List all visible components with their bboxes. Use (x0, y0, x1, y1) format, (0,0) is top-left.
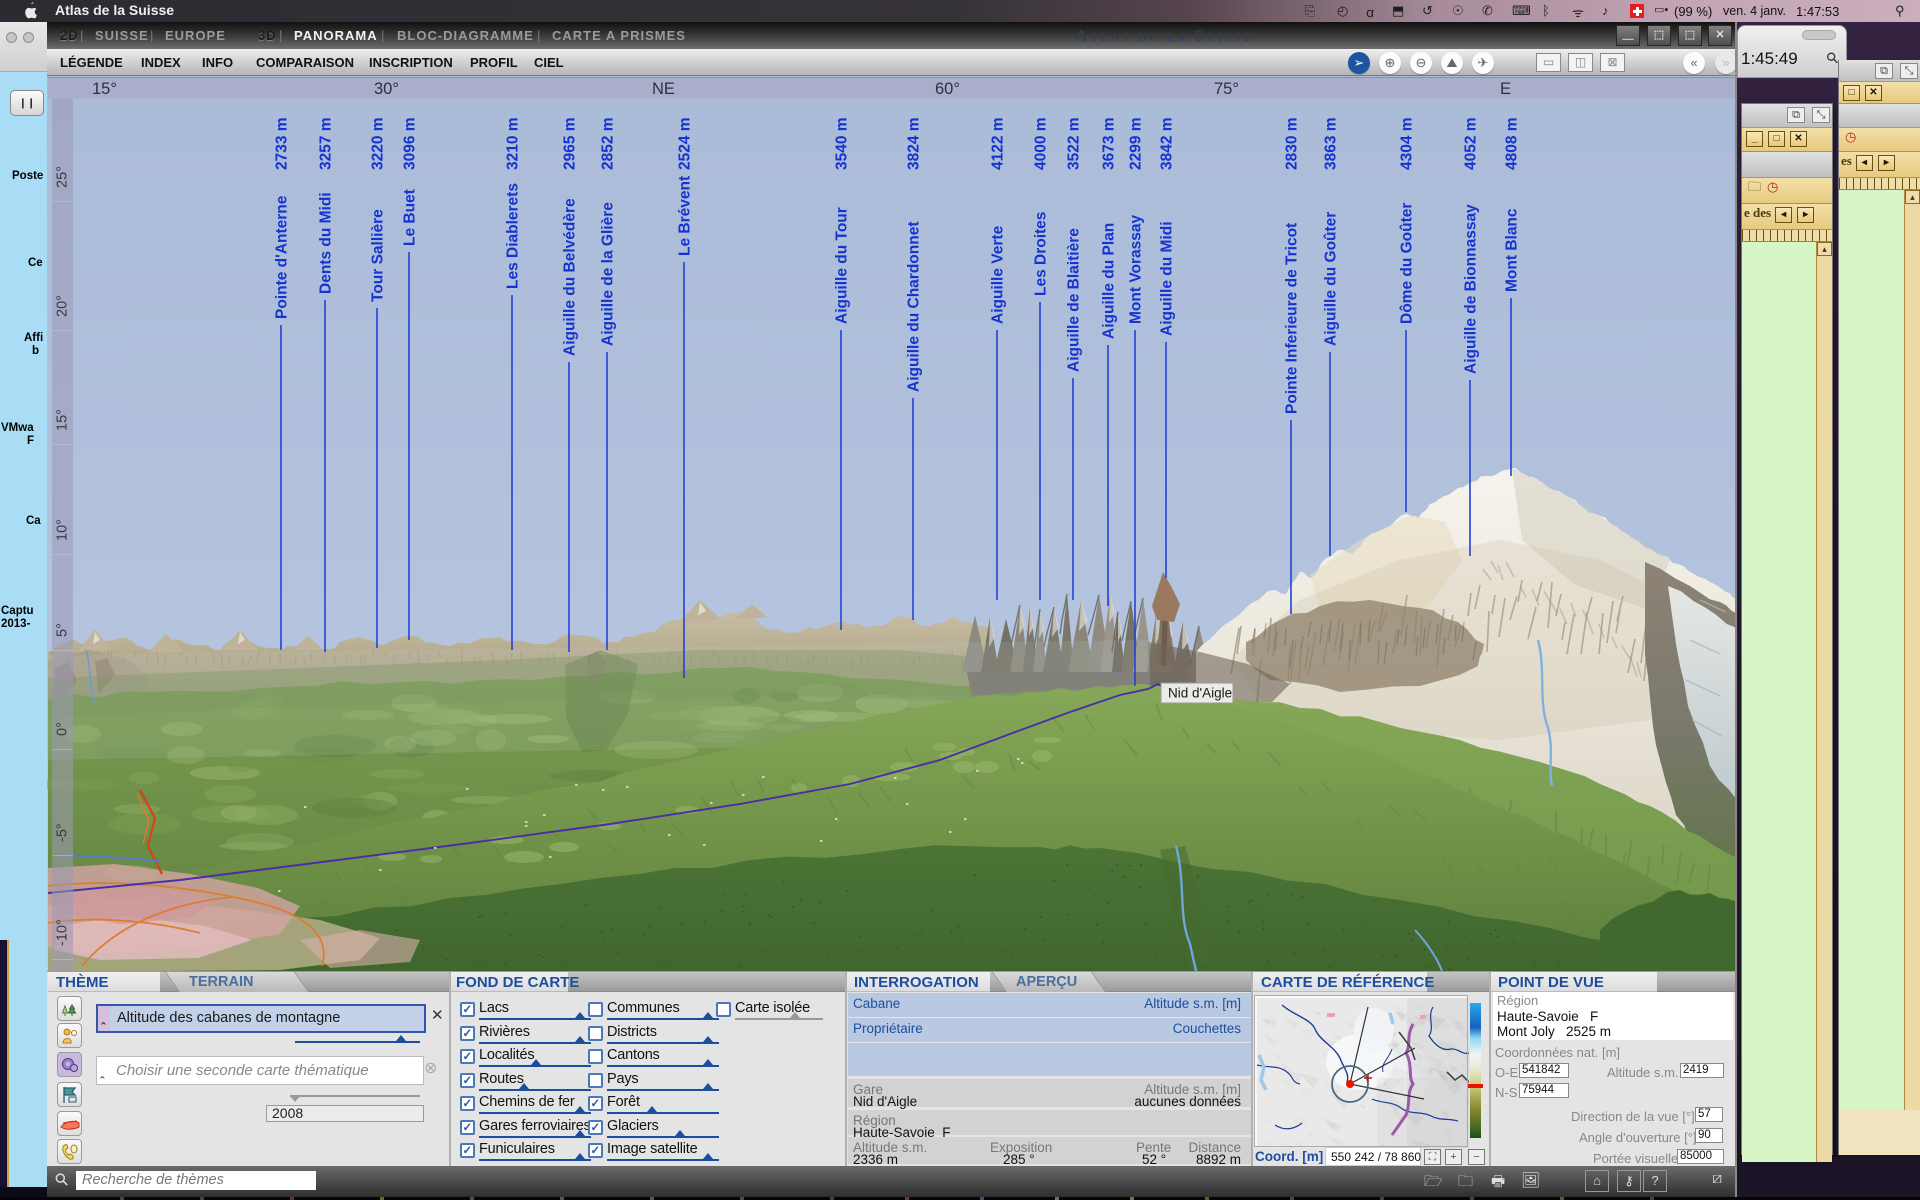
svg-text:Aiguille de la Glière: Aiguille de la Glière (600, 202, 617, 346)
svg-text:3096 m: 3096 m (402, 117, 419, 170)
svg-text:-5°: -5° (55, 823, 71, 842)
svg-text:Aiguille du Belvédère: Aiguille du Belvédère (562, 198, 579, 356)
svg-text:2524 m: 2524 m (677, 117, 694, 170)
svg-text:Aiguille du Midi: Aiguille du Midi (1159, 221, 1176, 336)
svg-text:2852 m: 2852 m (600, 117, 617, 170)
svg-text:Aiguille de Blaitière: Aiguille de Blaitière (1066, 228, 1083, 372)
svg-text:Nid d'Aigle: Nid d'Aigle (1168, 686, 1232, 701)
svg-text:3540 m: 3540 m (834, 117, 851, 170)
svg-text:-10°: -10° (55, 919, 71, 946)
svg-text:2733 m: 2733 m (274, 117, 291, 170)
svg-text:15°: 15° (92, 80, 117, 98)
svg-text:NE: NE (652, 80, 675, 98)
svg-text:Mont Blanc: Mont Blanc (1504, 208, 1521, 292)
svg-text:3824 m: 3824 m (906, 117, 923, 170)
svg-text:Aiguille du Goûter: Aiguille du Goûter (1323, 212, 1340, 346)
svg-text:Pointe d'Anterne: Pointe d'Anterne (274, 195, 291, 319)
svg-text:25°: 25° (55, 166, 71, 188)
svg-text:Le Buet: Le Buet (402, 189, 419, 246)
svg-text:2965 m: 2965 m (562, 117, 579, 170)
svg-text:75°: 75° (1214, 80, 1239, 98)
svg-text:Dents du Midi: Dents du Midi (318, 192, 335, 294)
svg-text:Aiguille Verte: Aiguille Verte (990, 225, 1007, 324)
svg-text:20°: 20° (55, 295, 71, 317)
svg-text:Le Brévent: Le Brévent (677, 176, 694, 256)
svg-text:3210 m: 3210 m (505, 117, 522, 170)
svg-text:2830 m: 2830 m (1284, 117, 1301, 170)
svg-text:4000 m: 4000 m (1033, 117, 1050, 170)
svg-text:Aiguille du Tour: Aiguille du Tour (834, 207, 851, 324)
svg-text:3842 m: 3842 m (1159, 117, 1176, 170)
svg-text:5°: 5° (55, 623, 71, 637)
svg-text:60°: 60° (935, 80, 960, 98)
svg-text:Les Droites: Les Droites (1033, 212, 1050, 296)
svg-text:4122 m: 4122 m (990, 117, 1007, 170)
svg-text:10°: 10° (55, 519, 71, 541)
svg-text:Les Diablerets: Les Diablerets (505, 183, 522, 289)
svg-text:4304 m: 4304 m (1399, 117, 1416, 170)
svg-text:4808 m: 4808 m (1504, 117, 1521, 170)
svg-text:Pointe Inferieure de Tricot: Pointe Inferieure de Tricot (1284, 223, 1301, 414)
svg-text:Mont Vorassay: Mont Vorassay (1128, 215, 1145, 324)
svg-text:4052 m: 4052 m (1463, 117, 1480, 170)
svg-text:0°: 0° (55, 722, 71, 736)
svg-text:3673 m: 3673 m (1101, 117, 1118, 170)
svg-text:3863 m: 3863 m (1323, 117, 1340, 170)
svg-text:Dôme du Goûter: Dôme du Goûter (1399, 203, 1416, 324)
svg-text:30°: 30° (374, 80, 399, 98)
svg-text:E: E (1500, 80, 1511, 98)
svg-text:3220 m: 3220 m (370, 117, 387, 170)
svg-text:Tour Sallière: Tour Sallière (370, 209, 387, 302)
svg-text:3522 m: 3522 m (1066, 117, 1083, 170)
svg-text:3257 m: 3257 m (318, 117, 335, 170)
svg-text:2299 m: 2299 m (1128, 117, 1145, 170)
svg-text:Aiguille du Chardonnet: Aiguille du Chardonnet (906, 222, 923, 393)
svg-text:Aiguille de Bionnassay: Aiguille de Bionnassay (1463, 204, 1480, 374)
svg-text:15°: 15° (55, 409, 71, 431)
svg-text:Aiguille du Plan: Aiguille du Plan (1101, 223, 1118, 339)
